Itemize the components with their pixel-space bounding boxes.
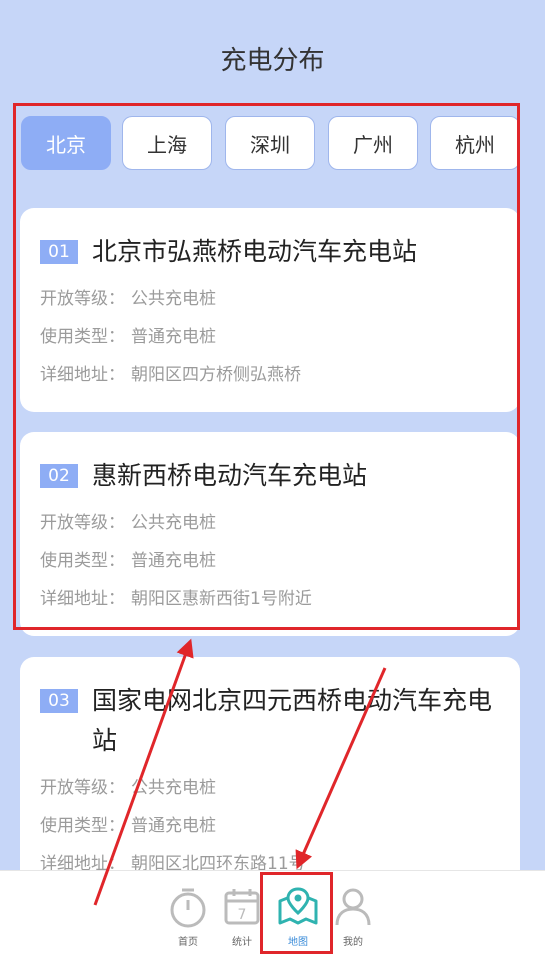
nav-home[interactable]: 首页: [160, 879, 216, 951]
type-label: 使用类型：: [40, 551, 125, 571]
address-value: 朝阳区惠新西街1号附近: [131, 589, 312, 609]
station-name: 北京市弘燕桥电动汽车充电站: [92, 237, 418, 266]
calendar-day: 7: [238, 907, 247, 923]
station-name: 国家电网北京四元西桥电动汽车充电站: [92, 686, 493, 755]
level-value: 公共充电桩: [131, 289, 216, 309]
type-value: 普通充电桩: [131, 816, 216, 836]
tab-beijing[interactable]: 北京: [21, 116, 111, 170]
level-label: 开放等级：: [40, 289, 125, 309]
page-title: 充电分布: [220, 46, 325, 76]
station-type-row: 使用类型： 普通充电桩: [40, 807, 500, 845]
user-icon: [335, 888, 371, 926]
station-type-row: 使用类型： 普通充电桩: [40, 542, 500, 580]
station-number: 03: [40, 689, 78, 713]
tab-shanghai[interactable]: 上海: [122, 116, 212, 170]
tab-hangzhou[interactable]: 杭州: [430, 116, 518, 170]
level-label: 开放等级：: [40, 513, 125, 533]
type-label: 使用类型：: [40, 327, 125, 347]
level-value: 公共充电桩: [131, 778, 216, 798]
station-address-row: 详细地址： 朝阳区四方桥侧弘燕桥: [40, 356, 500, 394]
tab-guangzhou[interactable]: 广州: [328, 116, 418, 170]
nav-mine-label: 我的: [343, 937, 363, 948]
station-card[interactable]: 02 惠新西桥电动汽车充电站 开放等级： 公共充电桩 使用类型： 普通充电桩 详细地…: [20, 432, 520, 636]
nav-highlight-box: [260, 872, 333, 954]
station-level-row: 开放等级： 公共充电桩: [40, 769, 500, 807]
type-value: 普通充电桩: [131, 551, 216, 571]
station-card[interactable]: 01 北京市弘燕桥电动汽车充电站 开放等级： 公共充电桩 使用类型： 普通充电桩 详…: [20, 208, 520, 412]
city-tabs: 北京 上海 深圳 广州 杭州: [21, 116, 518, 172]
station-address-row: 详细地址： 朝阳区惠新西街1号附近: [40, 580, 500, 618]
station-name: 惠新西桥电动汽车充电站: [92, 461, 368, 490]
address-label: 详细地址：: [40, 589, 125, 609]
calendar-icon: 7: [224, 889, 260, 925]
nav-home-label: 首页: [178, 937, 198, 948]
level-label: 开放等级：: [40, 778, 125, 798]
level-value: 公共充电桩: [131, 513, 216, 533]
tab-shenzhen[interactable]: 深圳: [225, 116, 315, 170]
station-number: 02: [40, 464, 78, 488]
station-level-row: 开放等级： 公共充电桩: [40, 280, 500, 318]
type-label: 使用类型：: [40, 816, 125, 836]
nav-mine[interactable]: 我的: [325, 879, 381, 951]
station-type-row: 使用类型： 普通充电桩: [40, 318, 500, 356]
nav-stats-label: 统计: [232, 937, 252, 948]
station-level-row: 开放等级： 公共充电桩: [40, 504, 500, 542]
timer-icon: [170, 888, 206, 928]
type-value: 普通充电桩: [131, 327, 216, 347]
address-label: 详细地址：: [40, 365, 125, 385]
station-number: 01: [40, 240, 78, 264]
address-value: 朝阳区四方桥侧弘燕桥: [131, 365, 301, 385]
